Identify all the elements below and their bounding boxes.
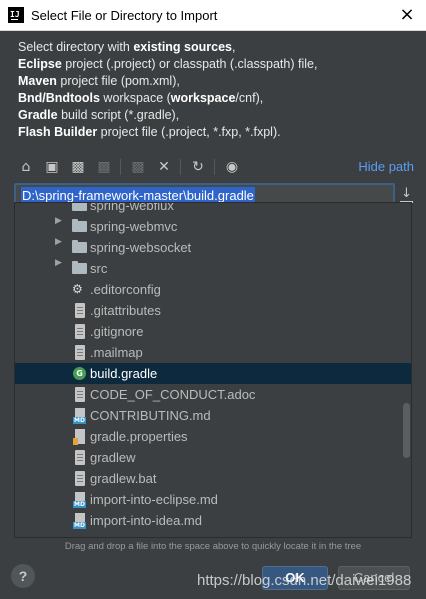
tree-item-label: .editorconfig <box>90 282 161 297</box>
watermark-url: https://blog.csdn.net/daiwei1988 <box>197 572 412 589</box>
text-file-icon <box>75 345 85 360</box>
desktop-icon[interactable]: ▣ <box>42 157 62 177</box>
tree-item-label: gradlew.bat <box>90 471 157 486</box>
title-bar: IJ Select File or Directory to Import × <box>0 0 426 31</box>
home-icon[interactable]: ⌂ <box>16 157 36 177</box>
tree-file-row[interactable]: MD import-into-idea.md <box>15 510 411 531</box>
file-chooser-toolbar: ⌂ ▣ ▩ ▩ ▩ ✕ ↻ ◉ Hide path <box>14 155 414 179</box>
tree-file-row[interactable]: .mailmap <box>15 342 411 363</box>
tree-item-label: import-into-idea.md <box>90 513 202 528</box>
toolbar-divider <box>214 159 215 175</box>
tree-item-label: src <box>90 261 108 276</box>
module-folder-icon[interactable]: ▩ <box>94 157 114 177</box>
tree-item-label: .mailmap <box>90 345 143 360</box>
tree-item-label: .gitattributes <box>90 303 161 318</box>
project-folder-icon[interactable]: ▩ <box>68 157 88 177</box>
text-file-icon <box>75 303 85 318</box>
tree-folder-row[interactable]: ▶ src <box>15 258 411 279</box>
refresh-icon[interactable]: ↻ <box>188 157 208 177</box>
drag-drop-hint: Drag and drop a file into the space abov… <box>64 541 362 552</box>
folder-icon <box>72 240 87 253</box>
config-file-icon: ⚙ <box>72 282 83 296</box>
tree-item-label: import-into-eclipse.md <box>90 492 218 507</box>
tree-item-label: CONTRIBUTING.md <box>90 408 211 423</box>
close-icon[interactable]: × <box>396 4 418 26</box>
folder-icon <box>72 203 87 211</box>
tree-item-label: .gitignore <box>90 324 144 339</box>
file-tree[interactable]: ▶ spring-webflux ▶ spring-webmvc ▶ spring-web… <box>14 202 412 538</box>
tree-file-row[interactable]: gradlew <box>15 447 411 468</box>
text-file-icon <box>75 471 85 486</box>
chevron-right-icon[interactable]: ▶ <box>55 203 62 205</box>
tree-file-row[interactable]: ⚙ .editorconfig <box>15 279 411 300</box>
tree-folder-row[interactable]: ▶ spring-websocket <box>15 237 411 258</box>
text-file-icon <box>75 450 85 465</box>
tree-file-row[interactable]: MD CONTRIBUTING.md <box>15 405 411 426</box>
hide-path-link[interactable]: Hide path <box>358 159 414 174</box>
tree-file-row[interactable]: gradlew.bat <box>15 468 411 489</box>
text-file-icon <box>75 324 85 339</box>
tree-item-label: spring-webmvc <box>90 219 178 234</box>
markdown-file-icon: MD <box>73 408 86 424</box>
tree-item-label: spring-websocket <box>90 240 192 255</box>
folder-icon <box>72 219 87 232</box>
tree-folder-row[interactable]: ▶ spring-webflux <box>15 202 411 216</box>
folder-icon <box>72 261 87 274</box>
toolbar-divider <box>120 159 121 175</box>
tree-file-row[interactable]: .gitignore <box>15 321 411 342</box>
delete-icon[interactable]: ✕ <box>154 157 174 177</box>
tree-scrollbar[interactable] <box>403 403 410 458</box>
markdown-file-icon: MD <box>73 492 86 508</box>
tree-item-label: gradle.properties <box>90 429 188 444</box>
intellij-logo-icon: IJ <box>8 7 24 23</box>
tree-file-row[interactable]: gradle.properties <box>15 426 411 447</box>
tree-item-label: gradlew <box>90 450 136 465</box>
gradle-icon: G <box>73 367 86 380</box>
window-title: Select File or Directory to Import <box>31 8 218 23</box>
import-description: Select directory with existing sources, … <box>18 40 318 139</box>
tree-file-row[interactable]: CODE_OF_CONDUCT.adoc <box>15 384 411 405</box>
tree-item-label: build.gradle <box>90 366 158 381</box>
tree-item-label: CODE_OF_CONDUCT.adoc <box>90 387 256 402</box>
markdown-file-icon: MD <box>73 513 86 529</box>
help-button[interactable]: ? <box>11 564 35 588</box>
tree-folder-row[interactable]: ▶ spring-webmvc <box>15 216 411 237</box>
chevron-right-icon[interactable]: ▶ <box>55 237 62 247</box>
properties-file-icon <box>73 429 85 445</box>
new-folder-icon[interactable]: ▩ <box>128 157 148 177</box>
show-hidden-icon[interactable]: ◉ <box>222 157 242 177</box>
tree-file-row[interactable]: Gbuild.gradle <box>15 363 411 384</box>
chevron-right-icon[interactable]: ▶ <box>55 258 62 268</box>
chevron-right-icon[interactable]: ▶ <box>55 216 62 226</box>
tree-file-row[interactable]: MD import-into-eclipse.md <box>15 489 411 510</box>
tree-item-label: spring-webflux <box>90 202 174 213</box>
tree-file-row[interactable]: .gitattributes <box>15 300 411 321</box>
toolbar-divider <box>180 159 181 175</box>
text-file-icon <box>75 387 85 402</box>
